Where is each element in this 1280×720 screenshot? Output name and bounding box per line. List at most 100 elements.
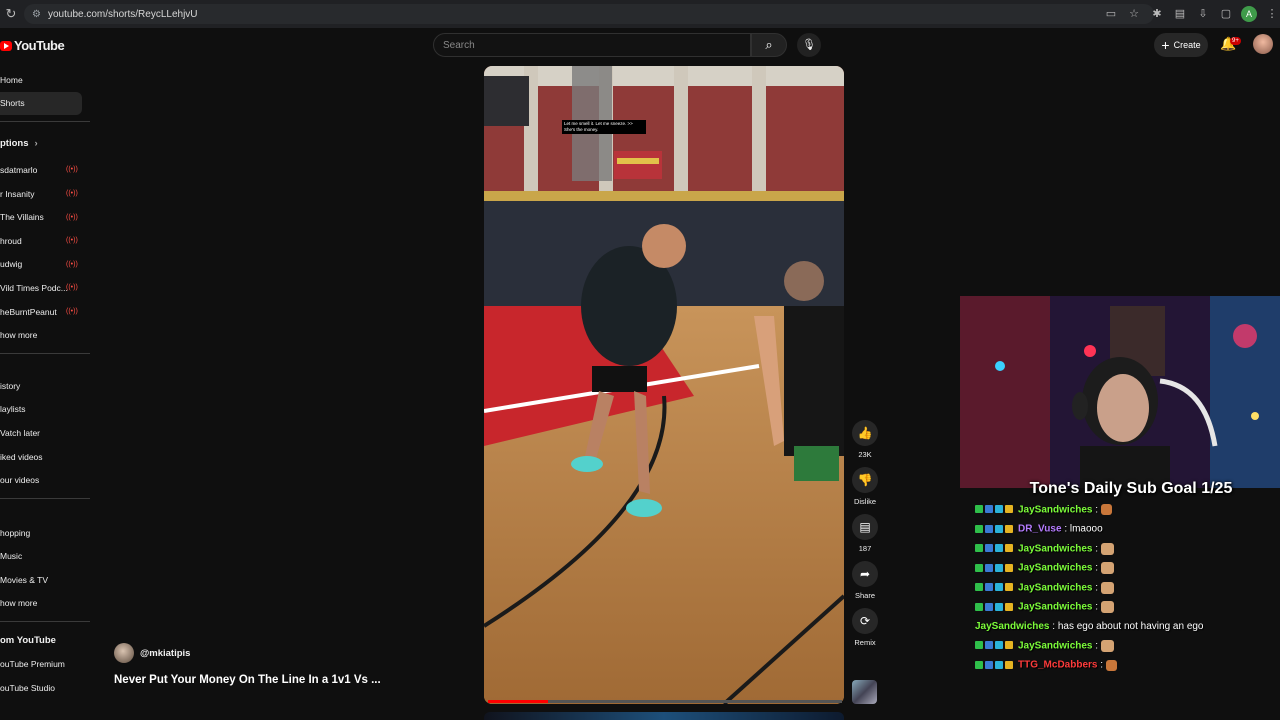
chat-emote-icon [1100, 639, 1114, 652]
chat-message-text: : [1092, 582, 1101, 594]
sidebar-item-liked-videos[interactable]: iked videos [0, 445, 90, 469]
browser-profile-avatar[interactable]: A [1241, 6, 1257, 22]
channel-avatar[interactable] [114, 643, 134, 663]
sidebar-item-subscription[interactable]: hroud ((•)) [0, 229, 90, 253]
sidebar-item-label: Shorts [0, 98, 25, 109]
bookmark-star-icon[interactable]: ☆ [1126, 6, 1142, 22]
divider [0, 497, 90, 499]
chat-message: JaySandwiches : [975, 560, 1235, 576]
live-icon: ((•)) [66, 284, 78, 292]
search-input[interactable] [434, 34, 750, 56]
sidebar-item-subscription[interactable]: heBurntPeanut ((•)) [0, 300, 90, 324]
notification-count-badge: 9+ [1230, 37, 1241, 45]
chat-username: DR_Vuse [1018, 523, 1062, 535]
sidebar-item-watch-later[interactable]: Vatch later [0, 421, 90, 445]
remix-button[interactable]: ⟳ Remix [848, 608, 882, 647]
chat-username: JaySandwiches [1018, 504, 1093, 516]
search-box[interactable] [433, 33, 751, 57]
chat-badges-icon [975, 599, 1015, 615]
sidebar: Home Shorts ptions › sdatmarlo ((•)) r Ins… [0, 68, 90, 699]
sidebar-item-shopping[interactable]: hopping [0, 521, 90, 545]
share-button[interactable]: ➦ Share [848, 561, 882, 600]
browser-toolbar: ↻ ⚙ youtube.com/shorts/ReycLLehjvU ▭ ☆ ✱… [0, 0, 1280, 28]
tabs-icon[interactable]: ▢ [1218, 6, 1234, 22]
create-button[interactable]: + Create [1154, 33, 1208, 57]
sidebar-item-subscription[interactable]: Vild Times Podc... ((•)) [0, 276, 90, 300]
sidebar-item-shorts[interactable]: Shorts [0, 91, 82, 116]
chat-badges-icon [975, 521, 1015, 537]
remix-icon: ⟳ [852, 608, 878, 634]
divider [0, 352, 90, 354]
sidebar-item-subscription[interactable]: sdatmarlo ((•)) [0, 158, 90, 182]
url-text[interactable]: youtube.com/shorts/ReycLLehjvU [48, 9, 198, 20]
sidepanel-icon[interactable]: ▤ [1172, 6, 1188, 22]
video-frame [484, 66, 844, 704]
sidebar-item-label: our videos [0, 475, 40, 486]
subscriptions-heading[interactable]: ptions › [0, 128, 90, 158]
account-avatar[interactable] [1253, 34, 1273, 54]
logo-text: YouTube [14, 38, 65, 53]
sidebar-item-subscription[interactable]: udwig ((•)) [0, 253, 90, 277]
chat-message: JaySandwiches : [975, 580, 1235, 596]
sidebar-item-label: Home [0, 74, 23, 85]
sidebar-item-label: laylists [0, 404, 26, 415]
sidebar-item-subscription[interactable]: The Villains ((•)) [0, 205, 90, 229]
share-icon: ➦ [852, 561, 878, 587]
comments-button[interactable]: ▤ 187 [848, 514, 882, 553]
shorts-video-player[interactable] [484, 66, 844, 704]
channel-info[interactable]: @mkiatipis [114, 643, 190, 663]
chat-username: JaySandwiches [975, 620, 1050, 632]
menu-icon[interactable]: ⋮ [1264, 6, 1280, 22]
sidebar-show-more[interactable]: how more [0, 323, 90, 347]
sidebar-item-history[interactable]: istory [0, 374, 90, 398]
thumbs-up-icon: 👍 [852, 420, 878, 446]
create-label: Create [1173, 40, 1201, 50]
downloads-icon[interactable]: ⇩ [1195, 6, 1211, 22]
sidebar-item-movies-tv[interactable]: Movies & TV [0, 568, 90, 592]
like-button[interactable]: 👍 23K [848, 420, 882, 459]
video-progress-bar[interactable] [488, 700, 842, 703]
chat-message: DR_Vuse : lmaooo [975, 521, 1235, 537]
next-short-preview[interactable] [484, 712, 844, 720]
sidebar-item-label: how more [0, 330, 38, 341]
divider [0, 121, 90, 123]
video-title[interactable]: Never Put Your Money On The Line In a 1v… [114, 674, 381, 686]
sidebar-item-subscription[interactable]: r Insanity ((•)) [0, 182, 90, 206]
sidebar-item-label: sdatmarlo [0, 164, 38, 175]
sidebar-item-label: udwig [0, 259, 23, 270]
youtube-logo[interactable]: YouTube [0, 38, 65, 53]
sidebar-item-your-videos[interactable]: our videos [0, 468, 90, 492]
sound-thumbnail[interactable] [852, 680, 877, 704]
sidebar-item-youtube-premium[interactable]: ouTube Premium [0, 652, 90, 676]
sidebar-item-youtube-studio[interactable]: ouTube Studio [0, 676, 90, 700]
comment-count: 187 [858, 544, 872, 553]
sidebar-item-label: Movies & TV [0, 574, 49, 585]
youtube-play-icon [0, 40, 12, 51]
dislike-button[interactable]: 👎 Dislike [848, 467, 882, 506]
sidebar-item-playlists[interactable]: laylists [0, 398, 90, 422]
chat-badges-icon [975, 560, 1015, 576]
sidebar-show-more[interactable]: how more [0, 592, 90, 616]
chat-emote-icon [1100, 542, 1114, 555]
reload-icon[interactable]: ↻ [2, 6, 20, 22]
sidebar-item-home[interactable]: Home [0, 68, 90, 92]
video-progress-fill [488, 700, 549, 703]
sidebar-item-label: how more [0, 598, 38, 609]
cast-icon[interactable]: ▭ [1103, 6, 1119, 22]
sidebar-item-label: r Insanity [0, 188, 35, 199]
chat-emote-icon [1100, 562, 1114, 575]
chat-username: JaySandwiches [1018, 582, 1093, 594]
chat-message-text: : [1097, 659, 1106, 671]
address-bar[interactable]: ⚙ youtube.com/shorts/ReycLLehjvU [24, 4, 1154, 24]
channel-name[interactable]: @mkiatipis [140, 648, 190, 659]
chat-badges-icon [975, 580, 1015, 596]
voice-search-button[interactable]: 🎙 [797, 33, 821, 57]
chat-username: JaySandwiches [1018, 543, 1093, 555]
extensions-icon[interactable]: ✱ [1149, 6, 1165, 22]
search-button[interactable]: ⌕ [751, 33, 787, 57]
site-info-icon[interactable]: ⚙ [32, 9, 44, 20]
divider [0, 621, 90, 623]
chat-message: JaySandwiches : [975, 502, 1235, 518]
chat-username: TTG_McDabbers [1018, 659, 1098, 671]
sidebar-item-music[interactable]: Music [0, 545, 90, 569]
